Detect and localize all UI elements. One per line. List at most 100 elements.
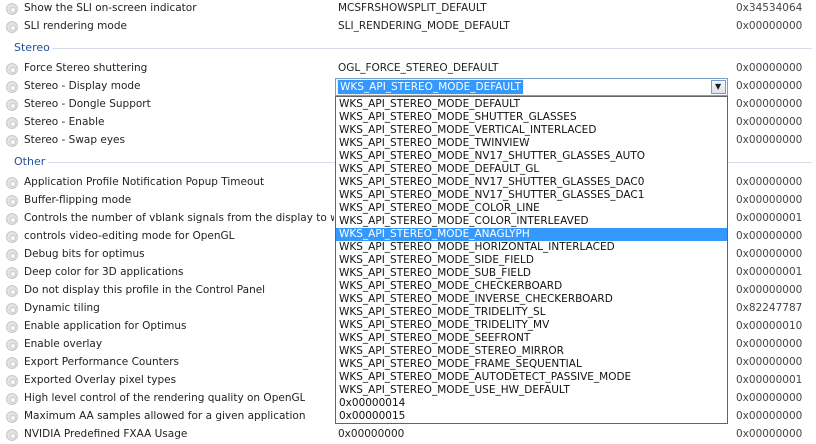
setting-gear-icon: [6, 63, 18, 75]
setting-name: Do not display this profile in the Contr…: [24, 284, 266, 296]
setting-name: Debug bits for optimus: [24, 248, 145, 260]
dropdown-option[interactable]: 0x00000014: [336, 397, 727, 410]
section-header-stereo: Stereo: [14, 41, 50, 54]
setting-gear-icon: [6, 3, 18, 15]
setting-gear-icon: [6, 339, 18, 351]
setting-row[interactable]: Show the SLI on-screen indicator MCSFRSH…: [0, 0, 816, 18]
setting-row[interactable]: Force Stereo shuttering OGL_FORCE_STEREO…: [0, 60, 816, 78]
dropdown-arrow-button[interactable]: ▼: [711, 80, 726, 94]
dropdown-option[interactable]: WKS_API_STEREO_MODE_COLOR_INTERLEAVED: [336, 215, 727, 228]
setting-hex: 0x00000001: [736, 374, 803, 386]
setting-gear-icon: [6, 357, 18, 369]
setting-hex: 0x00000001: [736, 212, 803, 224]
setting-name: Show the SLI on-screen indicator: [24, 2, 197, 14]
dropdown-option[interactable]: WKS_API_STEREO_MODE_FRAME_SEQUENTIAL: [336, 358, 727, 371]
dropdown-option[interactable]: 0x00000015: [336, 410, 727, 423]
combobox-selected-value: WKS_API_STEREO_MODE_DEFAULT: [337, 79, 524, 95]
setting-hex: 0x34534064: [736, 2, 803, 14]
dropdown-option[interactable]: WKS_API_STEREO_MODE_SIDE_FIELD: [336, 254, 727, 267]
setting-hex: 0x00000000: [736, 410, 803, 422]
setting-hex: 0x00000010: [736, 320, 803, 332]
chevron-down-icon: ▼: [715, 82, 722, 91]
setting-name: NVIDIA Predefined FXAA Usage: [24, 428, 188, 440]
setting-name: Force Stereo shuttering: [24, 62, 148, 74]
setting-gear-icon: [6, 267, 18, 279]
setting-gear-icon: [6, 429, 18, 441]
setting-gear-icon: [6, 393, 18, 405]
setting-name: Dynamic tiling: [24, 302, 100, 314]
setting-hex: 0x00000000: [736, 80, 803, 92]
dropdown-option-highlighted[interactable]: WKS_API_STEREO_MODE_ANAGLYPH: [336, 228, 727, 241]
dropdown-option[interactable]: WKS_API_STEREO_MODE_COLOR_LINE: [336, 202, 727, 215]
dropdown-option[interactable]: WKS_API_STEREO_MODE_NV17_SHUTTER_GLASSES…: [336, 189, 727, 202]
setting-gear-icon: [6, 177, 18, 189]
setting-name: Stereo - Enable: [24, 116, 105, 128]
setting-name: Export Performance Counters: [24, 356, 180, 368]
section-header-other: Other: [14, 155, 46, 168]
setting-name: controls video-editing mode for OpenGL: [24, 230, 235, 242]
dropdown-option[interactable]: WKS_API_STEREO_MODE_VERTICAL_INTERLACED: [336, 124, 727, 137]
setting-row[interactable]: SLI rendering mode SLI_RENDERING_MODE_DE…: [0, 18, 816, 36]
section-divider: [52, 48, 812, 49]
dropdown-option[interactable]: WKS_API_STEREO_MODE_SHUTTER_GLASSES: [336, 111, 727, 124]
dropdown-option[interactable]: WKS_API_STEREO_MODE_DEFAULT_GL: [336, 163, 727, 176]
stereo-display-mode-combobox[interactable]: WKS_API_STEREO_MODE_DEFAULT ▼: [335, 78, 728, 96]
setting-row[interactable]: NVIDIA Predefined FXAA Usage 0x00000000 …: [0, 426, 816, 444]
setting-hex: 0x00000000: [736, 392, 803, 404]
setting-name: Enable overlay: [24, 338, 103, 350]
setting-value: MCSFRSHOWSPLIT_DEFAULT: [338, 2, 487, 14]
setting-name: High level control of the rendering qual…: [24, 392, 306, 404]
setting-gear-icon: [6, 303, 18, 315]
setting-gear-icon: [6, 249, 18, 261]
setting-hex: 0x00000000: [736, 284, 803, 296]
setting-gear-icon: [6, 135, 18, 147]
stereo-mode-dropdown-list[interactable]: WKS_API_STEREO_MODE_DEFAULT WKS_API_STER…: [335, 96, 728, 424]
setting-name: Stereo - Display mode: [24, 80, 141, 92]
setting-name: Controls the number of vblank signals fr…: [24, 212, 334, 224]
setting-hex: 0x00000000: [736, 176, 803, 188]
dropdown-option[interactable]: WKS_API_STEREO_MODE_CHECKERBOARD: [336, 280, 727, 293]
setting-hex: 0x00000000: [736, 356, 803, 368]
dropdown-option[interactable]: WKS_API_STEREO_MODE_USE_HW_DEFAULT: [336, 384, 727, 397]
setting-gear-icon: [6, 99, 18, 111]
dropdown-option[interactable]: WKS_API_STEREO_MODE_TRIDELITY_MV: [336, 319, 727, 332]
setting-hex: 0x00000000: [736, 338, 803, 350]
dropdown-option[interactable]: WKS_API_STEREO_MODE_AUTODETECT_PASSIVE_M…: [336, 371, 727, 384]
dropdown-option[interactable]: WKS_API_STEREO_MODE_TWINVIEW: [336, 137, 727, 150]
setting-value: SLI_RENDERING_MODE_DEFAULT: [338, 20, 510, 32]
setting-gear-icon: [6, 117, 18, 129]
dropdown-option[interactable]: WKS_API_STEREO_MODE_SUB_FIELD: [336, 267, 727, 280]
setting-value: OGL_FORCE_STEREO_DEFAULT: [338, 62, 499, 74]
dropdown-option[interactable]: WKS_API_STEREO_MODE_NV17_SHUTTER_GLASSES…: [336, 176, 727, 189]
dropdown-option[interactable]: WKS_API_STEREO_MODE_STEREO_MIRROR: [336, 345, 727, 358]
setting-gear-icon: [6, 213, 18, 225]
setting-value: 0x00000000: [338, 428, 405, 440]
dropdown-option[interactable]: WKS_API_STEREO_MODE_NV17_SHUTTER_GLASSES…: [336, 150, 727, 163]
setting-name: Enable application for Optimus: [24, 320, 187, 332]
setting-hex: 0x82247787: [736, 302, 803, 314]
setting-gear-icon: [6, 231, 18, 243]
dropdown-option[interactable]: WKS_API_STEREO_MODE_HORIZONTAL_INTERLACE…: [336, 241, 727, 254]
setting-gear-icon: [6, 411, 18, 423]
setting-gear-icon: [6, 375, 18, 387]
setting-hex: 0x00000000: [736, 248, 803, 260]
dropdown-option[interactable]: WKS_API_STEREO_MODE_INVERSE_CHECKERBOARD: [336, 293, 727, 306]
setting-hex: 0x00000000: [736, 116, 803, 128]
setting-name: Maximum AA samples allowed for a given a…: [24, 410, 306, 422]
setting-hex: 0x00000000: [736, 194, 803, 206]
dropdown-option[interactable]: WKS_API_STEREO_MODE_TRIDELITY_SL: [336, 306, 727, 319]
setting-gear-icon: [6, 21, 18, 33]
dropdown-option[interactable]: WKS_API_STEREO_MODE_SEEFRONT: [336, 332, 727, 345]
setting-hex: 0x00000000: [736, 62, 803, 74]
dropdown-option[interactable]: WKS_API_STEREO_MODE_DEFAULT: [336, 98, 727, 111]
setting-gear-icon: [6, 321, 18, 333]
setting-hex: 0x00000001: [736, 266, 803, 278]
setting-name: Buffer-flipping mode: [24, 194, 132, 206]
setting-hex: 0x00000000: [736, 98, 803, 110]
setting-gear-icon: [6, 81, 18, 93]
setting-gear-icon: [6, 195, 18, 207]
setting-name: Stereo - Swap eyes: [24, 134, 125, 146]
setting-name: Application Profile Notification Popup T…: [24, 176, 265, 188]
setting-name: Exported Overlay pixel types: [24, 374, 177, 386]
setting-hex: 0x00000000: [736, 20, 803, 32]
